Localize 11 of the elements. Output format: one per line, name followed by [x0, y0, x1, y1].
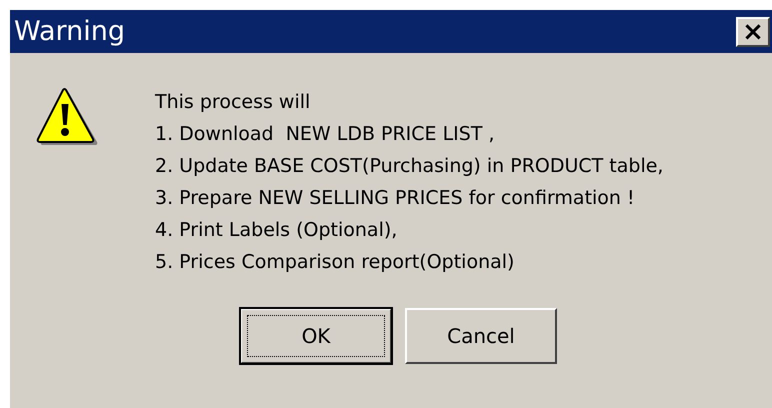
message-line: This process will: [155, 90, 312, 115]
warning-icon: [35, 88, 99, 146]
message-line: 3. Prepare NEW SELLING PRICES for confirmation !: [155, 186, 636, 211]
message-line: 5. Prices Comparison report(Optional): [155, 250, 516, 275]
dialog-button[interactable]: Cancel: [405, 308, 557, 364]
message-line: 1. Download NEW LDB PRICE LIST ,: [155, 122, 496, 147]
message-line: 2. Update BASE COST(Purchasing) in PRODUCT table,: [155, 154, 664, 179]
dialog-button[interactable]: OK: [240, 308, 392, 364]
message-line: 4. Print Labels (Optional),: [155, 218, 398, 243]
window-title: Warning: [14, 16, 126, 47]
close-button[interactable]: ×: [736, 16, 770, 46]
